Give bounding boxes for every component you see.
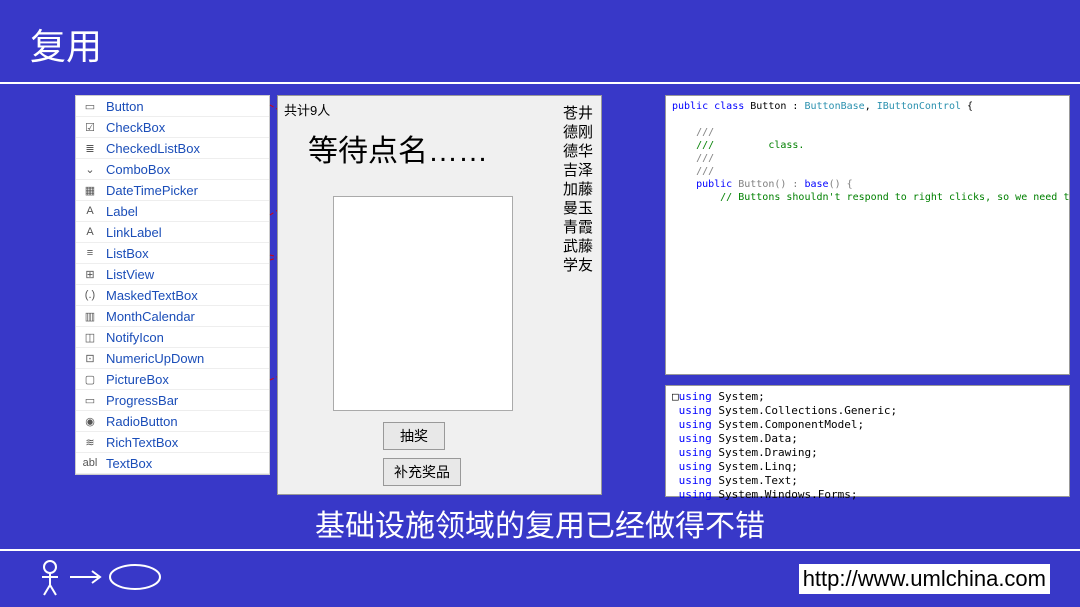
lottery-status-label: 等待点名…… xyxy=(308,126,488,170)
toolbox-item-label: ComboBox xyxy=(106,162,170,177)
lottery-window: 共计9人 等待点名…… 苍井德刚德华吉泽加藤曼玉青霞武藤学友 抽奖 补充奖品 xyxy=(277,95,602,495)
picturebox-icon: ▢ xyxy=(82,371,98,387)
list-item[interactable]: 德华 xyxy=(563,142,593,161)
list-item[interactable]: 苍井 xyxy=(563,104,593,123)
maskedtextbox-icon: (.) xyxy=(82,287,98,303)
uml-actor-icon xyxy=(30,557,180,602)
textbox-icon: abl xyxy=(82,455,98,471)
toolbox-item-label: MaskedTextBox xyxy=(106,288,198,303)
toolbox-item-label: ListBox xyxy=(106,246,149,261)
combobox-icon: ⌄ xyxy=(82,161,98,177)
toolbox-item-checkedlistbox[interactable]: ≣ CheckedListBox xyxy=(76,138,269,159)
lottery-picture-box xyxy=(333,196,513,411)
names-listbox[interactable]: 苍井德刚德华吉泽加藤曼玉青霞武藤学友 xyxy=(563,104,593,275)
list-item[interactable]: 德刚 xyxy=(563,123,593,142)
datetimepicker-icon: ▦ xyxy=(82,182,98,198)
toolbox-item-radiobutton[interactable]: ◉ RadioButton xyxy=(76,411,269,432)
toolbox-item-label: MonthCalendar xyxy=(106,309,195,324)
footer-bar: http://www.umlchina.com xyxy=(0,549,1080,607)
toolbox-item-label: PictureBox xyxy=(106,372,169,387)
toolbox-item-label: CheckBox xyxy=(106,120,165,135)
code-panel-usings: □using System; using System.Collections.… xyxy=(665,385,1070,497)
toolbox-item-button[interactable]: ▭ Button xyxy=(76,96,269,117)
lottery-count-label: 共计9人 xyxy=(284,100,330,119)
list-item[interactable]: 青霞 xyxy=(563,218,593,237)
listbox-icon: ≡ xyxy=(82,245,98,261)
toolbox-item-notifyicon[interactable]: ◫ NotifyIcon xyxy=(76,327,269,348)
list-item[interactable]: 学友 xyxy=(563,256,593,275)
monthcalendar-icon: ▥ xyxy=(82,308,98,324)
toolbox-item-label: ProgressBar xyxy=(106,393,178,408)
toolbox-item-label: LinkLabel xyxy=(106,225,162,240)
toolbox-item-listbox[interactable]: ≡ ListBox xyxy=(76,243,269,264)
toolbox-item-listview[interactable]: ⊞ ListView xyxy=(76,264,269,285)
toolbox-item-label: RadioButton xyxy=(106,414,178,429)
toolbox-item-label[interactable]: A Label xyxy=(76,201,269,222)
button-icon: ▭ xyxy=(82,98,98,114)
progressbar-icon: ▭ xyxy=(82,392,98,408)
toolbox-item-datetimepicker[interactable]: ▦ DateTimePicker xyxy=(76,180,269,201)
toolbox-item-picturebox[interactable]: ▢ PictureBox xyxy=(76,369,269,390)
toolbox-item-linklabel[interactable]: A LinkLabel xyxy=(76,222,269,243)
listview-icon: ⊞ xyxy=(82,266,98,282)
list-item[interactable]: 吉泽 xyxy=(563,161,593,180)
toolbox-item-label: CheckedListBox xyxy=(106,141,200,156)
toolbox-panel: ▭ Button ☑ CheckBox ≣ CheckedListBox ⌄ ComboBox… xyxy=(75,95,270,475)
slide-title: 复用 xyxy=(0,0,1080,84)
richtextbox-icon: ≋ xyxy=(82,434,98,450)
numericupdown-icon: ⊡ xyxy=(82,350,98,366)
toolbox-item-label: Button xyxy=(106,99,144,114)
toolbox-item-label: TextBox xyxy=(106,456,152,471)
footer-url: http://www.umlchina.com xyxy=(799,564,1050,594)
subtitle-text: 基础设施领域的复用已经做得不错 xyxy=(0,501,1080,545)
toolbox-item-progressbar[interactable]: ▭ ProgressBar xyxy=(76,390,269,411)
refill-button[interactable]: 补充奖品 xyxy=(383,458,461,486)
toolbox-item-label: DateTimePicker xyxy=(106,183,198,198)
toolbox-item-label: NumericUpDown xyxy=(106,351,204,366)
checkedlistbox-icon: ≣ xyxy=(82,140,98,156)
code-panel-button-class: public class Button : ButtonBase, IButto… xyxy=(665,95,1070,375)
toolbox-item-numericupdown[interactable]: ⊡ NumericUpDown xyxy=(76,348,269,369)
toolbox-item-label: NotifyIcon xyxy=(106,330,164,345)
toolbox-item-combobox[interactable]: ⌄ ComboBox xyxy=(76,159,269,180)
draw-button[interactable]: 抽奖 xyxy=(383,422,445,450)
notifyicon-icon: ◫ xyxy=(82,329,98,345)
label-icon: A xyxy=(82,203,98,219)
toolbox-item-checkbox[interactable]: ☑ CheckBox xyxy=(76,117,269,138)
linklabel-icon: A xyxy=(82,224,98,240)
radiobutton-icon: ◉ xyxy=(82,413,98,429)
toolbox-item-label: ListView xyxy=(106,267,154,282)
toolbox-item-textbox[interactable]: abl TextBox xyxy=(76,453,269,474)
toolbox-item-label: Label xyxy=(106,204,138,219)
list-item[interactable]: 加藤 xyxy=(563,180,593,199)
list-item[interactable]: 武藤 xyxy=(563,237,593,256)
list-item[interactable]: 曼玉 xyxy=(563,199,593,218)
toolbox-item-monthcalendar[interactable]: ▥ MonthCalendar xyxy=(76,306,269,327)
toolbox-item-maskedtextbox[interactable]: (.) MaskedTextBox xyxy=(76,285,269,306)
checkbox-icon: ☑ xyxy=(82,119,98,135)
toolbox-item-label: RichTextBox xyxy=(106,435,178,450)
toolbox-item-richtextbox[interactable]: ≋ RichTextBox xyxy=(76,432,269,453)
content-area: ▭ Button ☑ CheckBox ≣ CheckedListBox ⌄ ComboBox… xyxy=(0,95,1080,497)
